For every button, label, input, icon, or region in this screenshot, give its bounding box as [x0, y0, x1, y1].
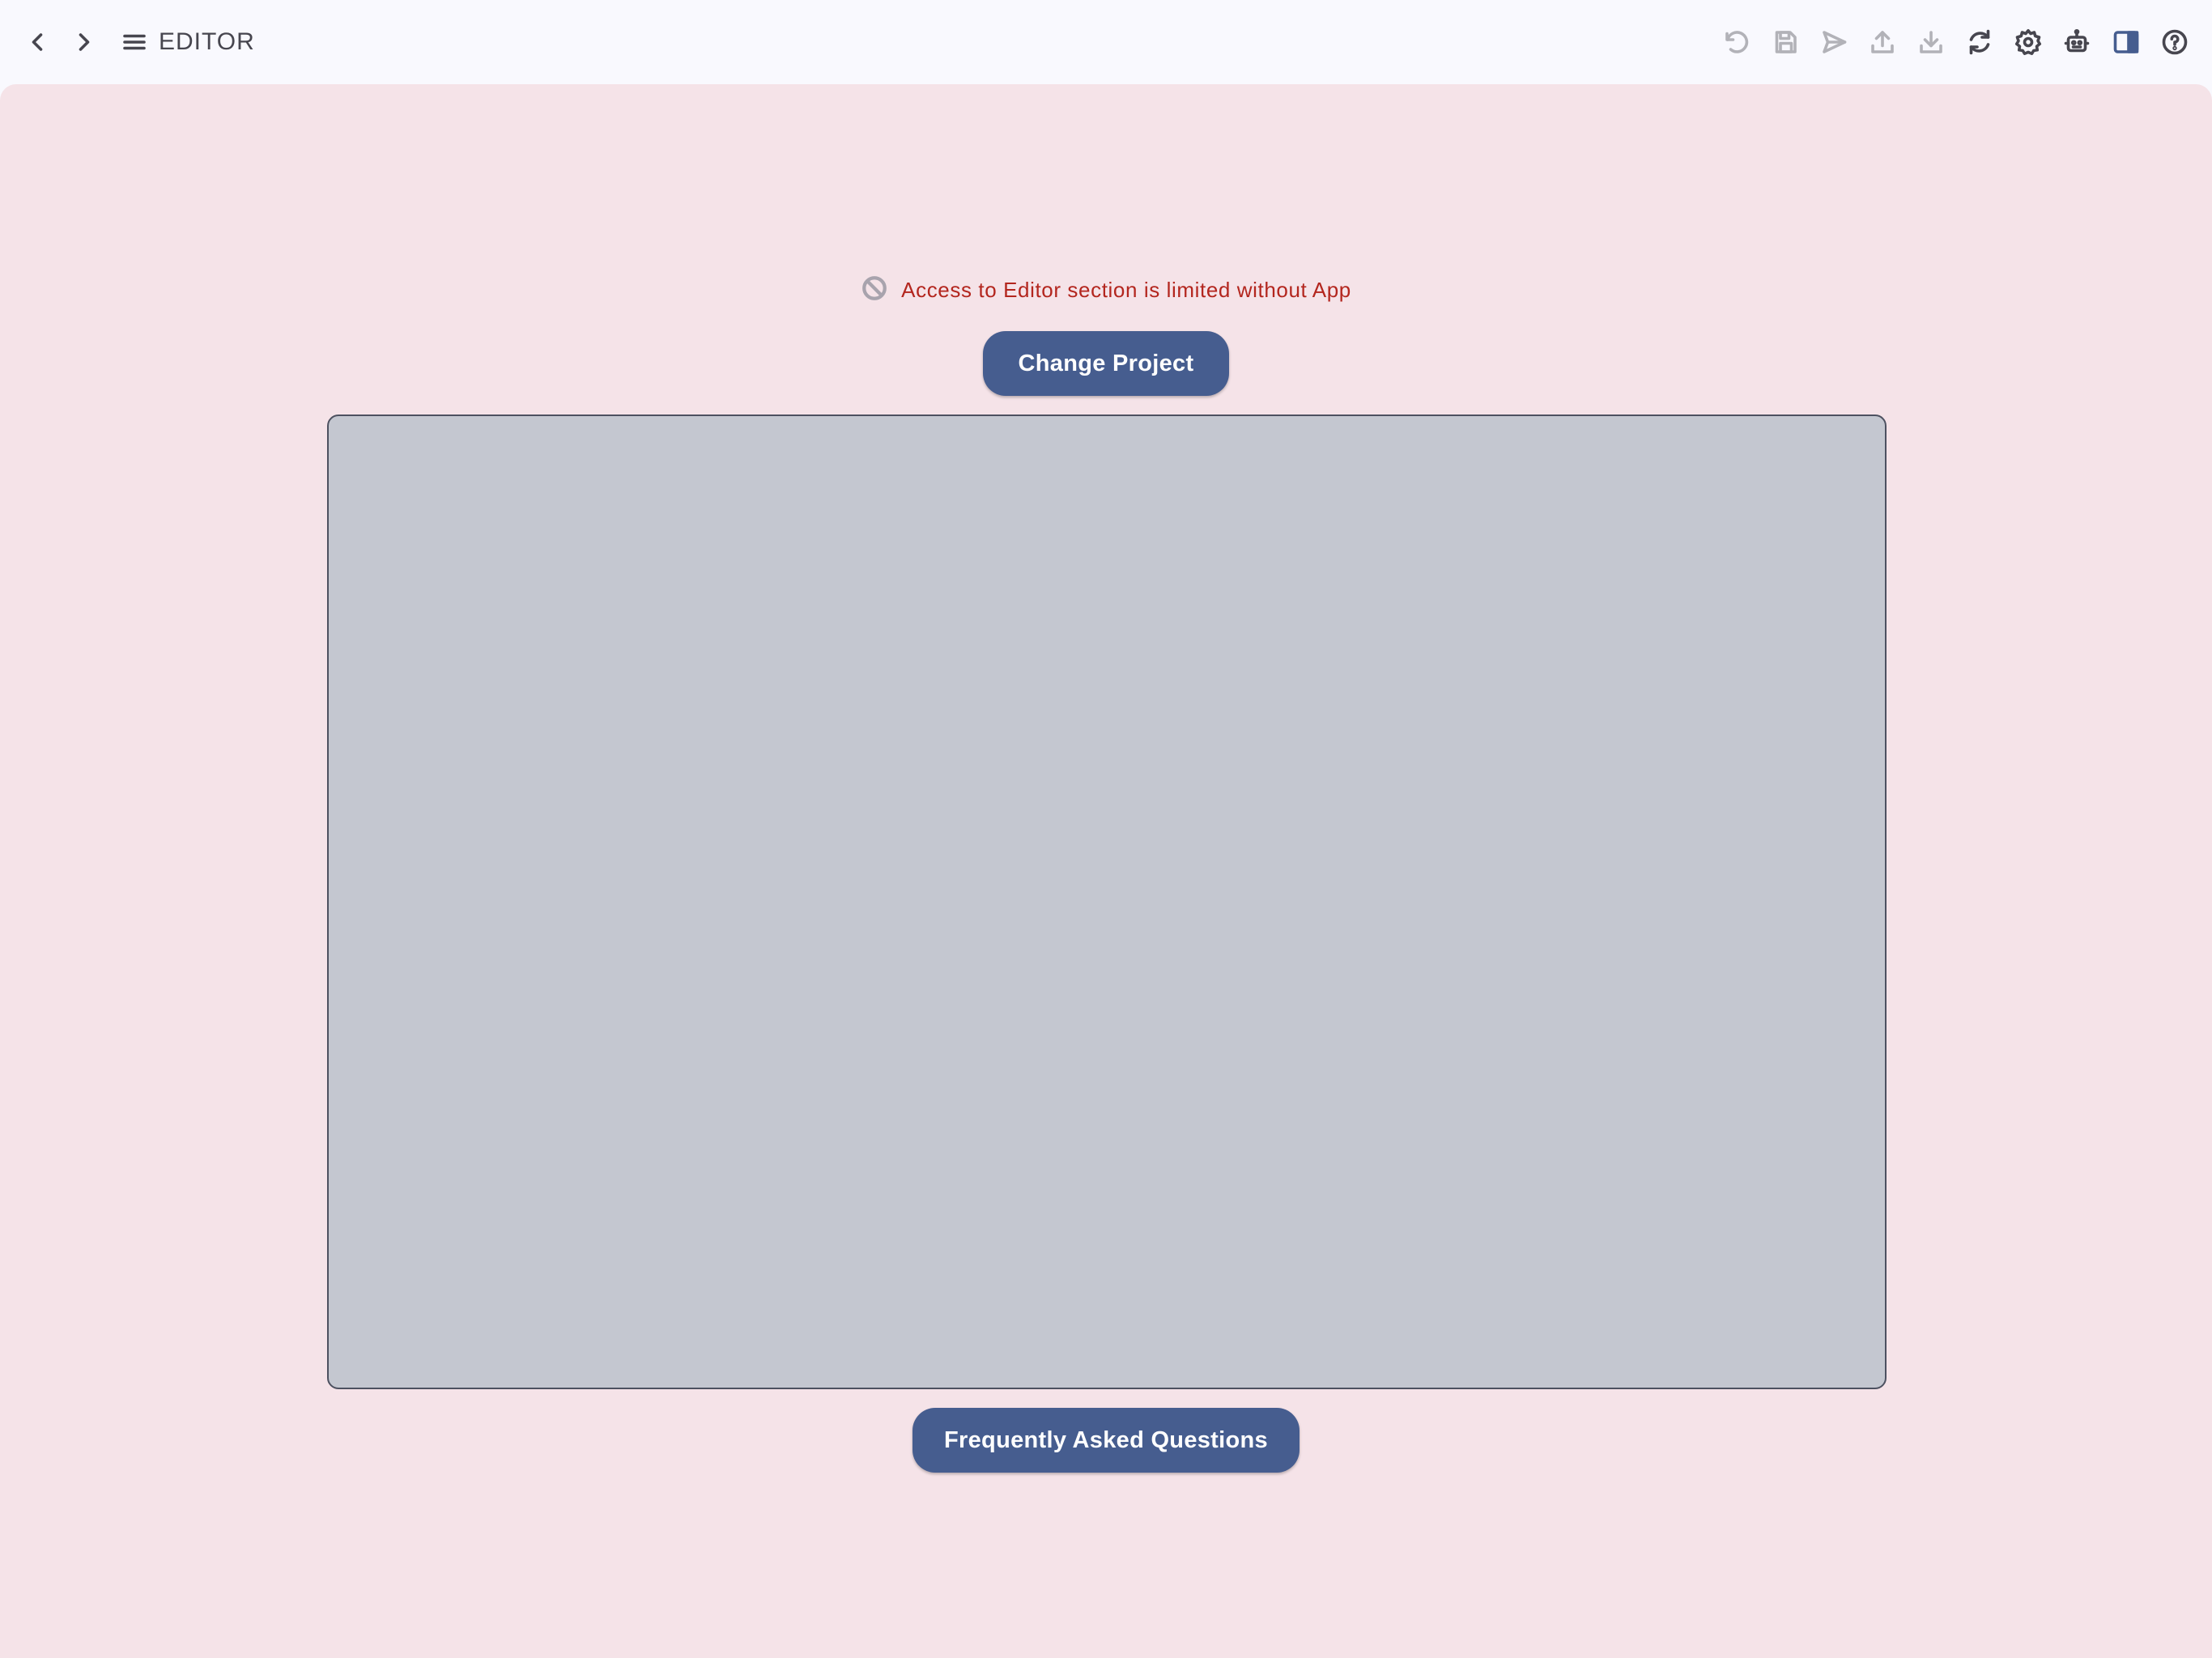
gear-icon [2014, 28, 2042, 56]
send-button[interactable] [1810, 18, 1858, 66]
forward-button[interactable] [60, 18, 108, 66]
download-icon [1920, 31, 1942, 53]
toggle-side-panel-button[interactable] [2102, 18, 2150, 66]
menu-icon [123, 34, 146, 50]
refresh-icon [1969, 29, 1990, 55]
preview-placeholder [327, 414, 1887, 1389]
upload-button[interactable] [1858, 18, 1907, 66]
undo-button[interactable] [1712, 18, 1761, 66]
chevron-right-icon [79, 33, 90, 51]
save-button[interactable] [1761, 18, 1810, 66]
refresh-button[interactable] [1955, 18, 2004, 66]
save-icon [1775, 31, 1797, 53]
upload-icon [1871, 31, 1894, 53]
chevron-left-icon [32, 33, 43, 51]
help-icon [2162, 29, 2188, 55]
back-button[interactable] [13, 18, 62, 66]
page-title: EDITOR [159, 28, 255, 55]
top-app-bar: EDITOR [0, 0, 2212, 84]
side-panel-icon [2113, 31, 2139, 53]
robot-icon [2064, 28, 2090, 53]
change-project-button[interactable]: Change Project [983, 331, 1229, 396]
warning-message: Access to Editor section is limited with… [901, 277, 1351, 302]
help-button[interactable] [2150, 18, 2199, 66]
access-warning: Access to Editor section is limited with… [0, 272, 2212, 308]
block-icon [861, 274, 888, 306]
download-button[interactable] [1907, 18, 1955, 66]
main-content: Access to Editor section is limited with… [0, 84, 2212, 1658]
send-icon [1823, 31, 1847, 53]
assistant-button[interactable] [2052, 18, 2101, 66]
menu-button[interactable] [110, 18, 159, 66]
faq-button[interactable]: Frequently Asked Questions [912, 1408, 1300, 1473]
settings-button[interactable] [2004, 18, 2052, 66]
undo-icon [1725, 31, 1749, 53]
